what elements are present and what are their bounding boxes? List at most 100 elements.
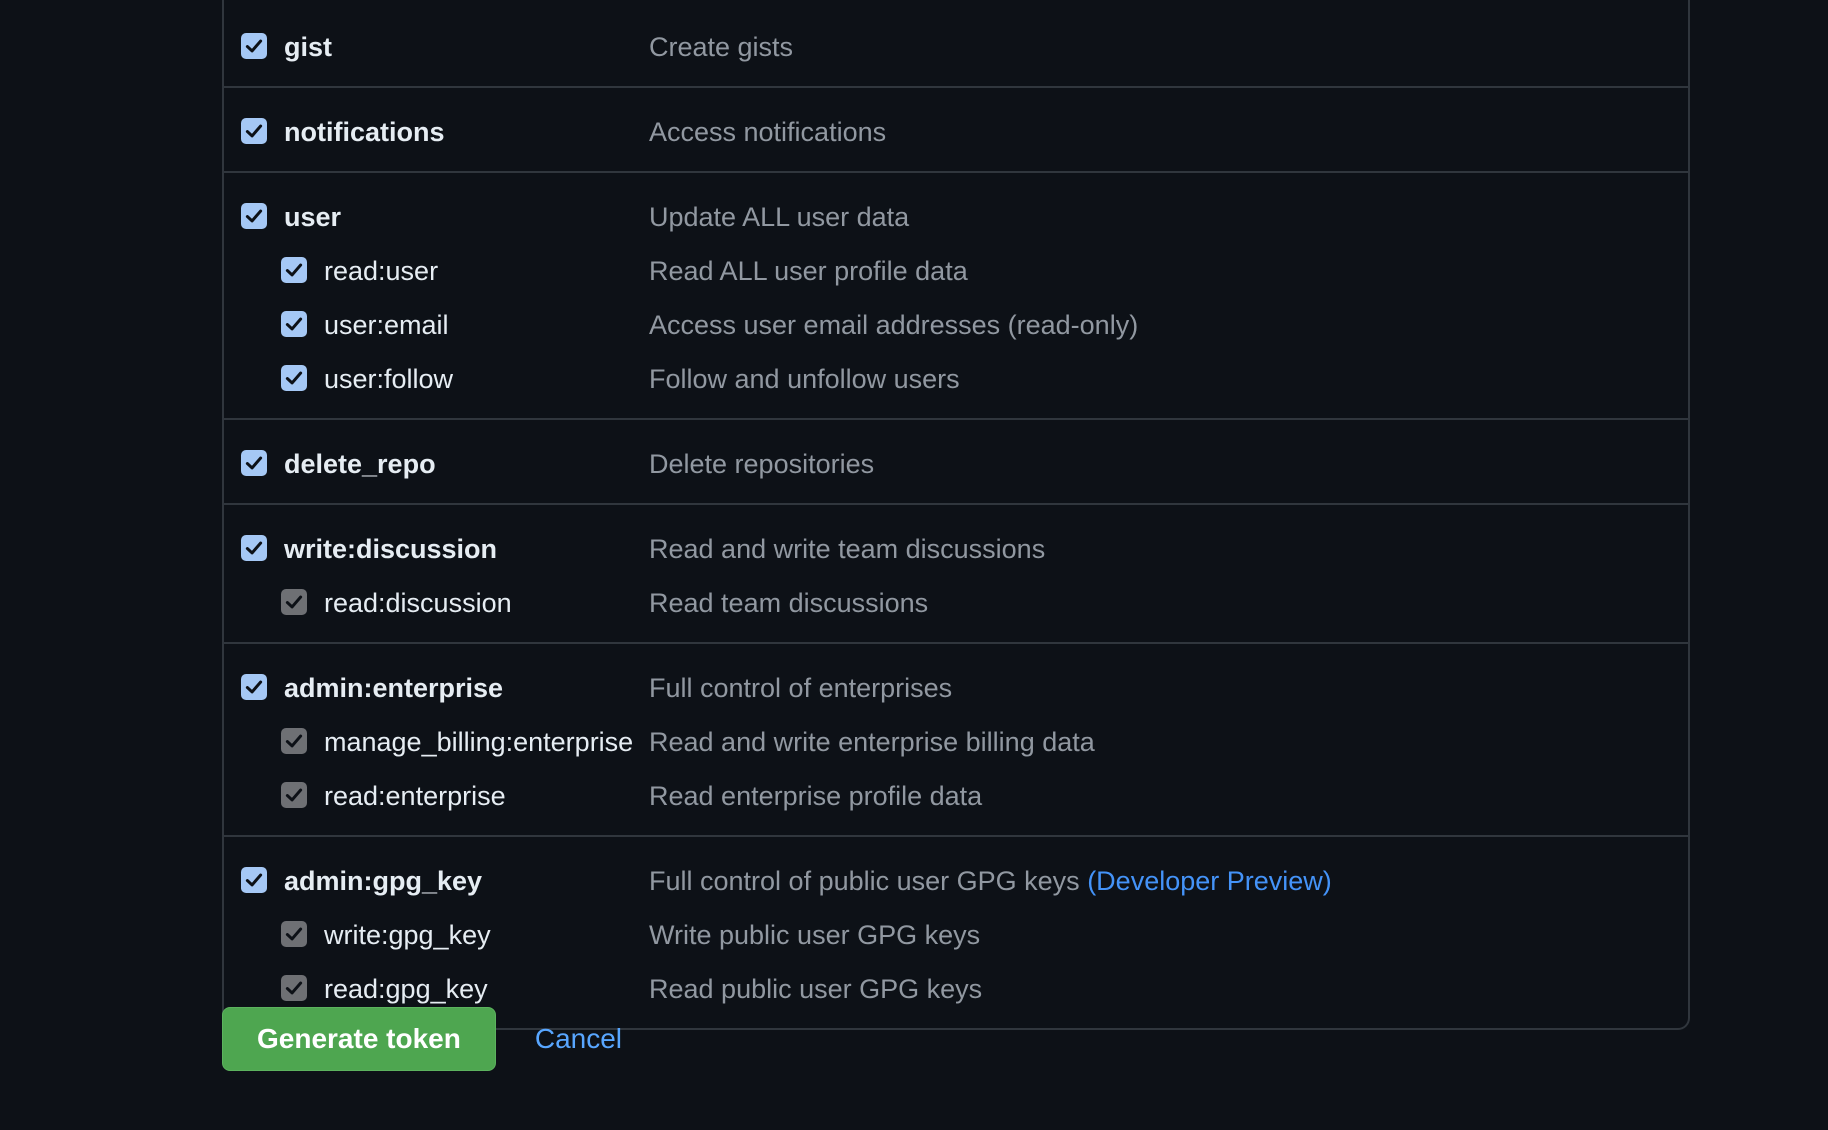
scope-row: read:discussion Read team discussions <box>224 576 1688 630</box>
scope-description-text: Read enterprise profile data <box>649 781 983 811</box>
form-actions: Generate token Cancel <box>222 1007 622 1071</box>
scope-description-text: Access user email addresses (read-only) <box>649 310 1139 340</box>
scope-row: admin:enterprise Full control of enterpri… <box>224 661 1688 715</box>
scope-description: Create gists <box>649 20 793 74</box>
scope-row: delete_repo Delete repositories <box>224 437 1688 491</box>
scope-description: Access notifications <box>649 105 886 159</box>
scope-name: read:user <box>324 256 439 286</box>
scope-row: write:gpg_key Write public user GPG keys <box>224 908 1688 962</box>
scope-description-text: Read public user GPG keys <box>649 974 983 1004</box>
scope-description: Read public user GPG keys <box>649 962 982 1016</box>
scope-name: gist <box>284 32 333 62</box>
checkmark-icon <box>245 39 263 53</box>
scope-group: write:discussion Read and write team disc… <box>224 503 1688 642</box>
checkmark-icon <box>285 788 303 802</box>
scope-description-text: Full control of public user GPG keys <box>649 866 1080 896</box>
token-scopes-page: gist Create gists notifications Access noti… <box>0 0 1828 1130</box>
scope-group: gist Create gists <box>224 0 1688 86</box>
scope-description: Update ALL user data <box>649 190 909 244</box>
scope-name: admin:gpg_key <box>284 866 483 896</box>
scope-group: user Update ALL user data read:user Read AL… <box>224 171 1688 418</box>
developer-preview-link[interactable]: (Developer Preview) <box>1087 866 1332 896</box>
scope-description-text: Full control of enterprises <box>649 673 953 703</box>
scope-name: user:email <box>324 310 449 340</box>
scope-checkbox[interactable] <box>241 118 267 144</box>
checkmark-icon <box>245 209 263 223</box>
scope-description: Read and write enterprise billing data <box>649 715 1095 769</box>
scope-checkbox[interactable] <box>281 311 307 337</box>
scope-name: user:follow <box>324 364 454 394</box>
scope-name: write:discussion <box>284 534 498 564</box>
scope-checkbox <box>281 975 307 1001</box>
scope-name: manage_billing:enterprise <box>324 727 634 757</box>
scope-description: Full control of public user GPG keys (De… <box>649 854 1332 908</box>
checkmark-icon <box>245 456 263 470</box>
cancel-link[interactable]: Cancel <box>535 1023 622 1055</box>
scope-description: Write public user GPG keys <box>649 908 980 962</box>
scope-name: admin:enterprise <box>284 673 504 703</box>
scope-group: admin:enterprise Full control of enterpri… <box>224 642 1688 835</box>
checkmark-icon <box>285 734 303 748</box>
scope-description-text: Read and write team discussions <box>649 534 1046 564</box>
scope-group: admin:gpg_key Full control of public user… <box>224 835 1688 1028</box>
scope-checkbox[interactable] <box>241 203 267 229</box>
scope-checkbox[interactable] <box>281 257 307 283</box>
scope-name: read:discussion <box>324 588 512 618</box>
scope-name: write:gpg_key <box>324 920 491 950</box>
scope-row: admin:gpg_key Full control of public user… <box>224 854 1688 908</box>
checkmark-icon <box>285 263 303 277</box>
checkmark-icon <box>245 680 263 694</box>
scope-description-text: Create gists <box>649 32 794 62</box>
scope-checkbox <box>281 921 307 947</box>
scope-description-text: Access notifications <box>649 117 887 147</box>
scope-row: gist Create gists <box>224 20 1688 74</box>
scope-description: Follow and unfollow users <box>649 352 960 406</box>
checkmark-icon <box>285 371 303 385</box>
scope-group: notifications Access notifications <box>224 86 1688 171</box>
scope-checkbox[interactable] <box>241 33 267 59</box>
scope-checkbox[interactable] <box>281 365 307 391</box>
checkmark-icon <box>285 317 303 331</box>
scope-row: read:enterprise Read enterprise profile d… <box>224 769 1688 823</box>
scope-row: manage_billing:enterprise Read and write … <box>224 715 1688 769</box>
scope-checkbox[interactable] <box>241 674 267 700</box>
scope-checkbox <box>281 728 307 754</box>
scope-name: notifications <box>284 117 445 147</box>
scope-description: Read enterprise profile data <box>649 769 982 823</box>
scope-name: delete_repo <box>284 449 436 479</box>
scope-row: user Update ALL user data <box>224 190 1688 244</box>
scope-row: user:email Access user email addresses (r… <box>224 298 1688 352</box>
scope-description-text: Write public user GPG keys <box>649 920 981 950</box>
scope-name: user <box>284 202 342 232</box>
scope-checkbox[interactable] <box>241 867 267 893</box>
scope-checkbox <box>281 782 307 808</box>
scope-description: Access user email addresses (read-only) <box>649 298 1138 352</box>
checkmark-icon <box>245 124 263 138</box>
scope-description-text: Delete repositories <box>649 449 875 479</box>
scope-checkbox <box>281 589 307 615</box>
scope-description-text: Update ALL user data <box>649 202 910 232</box>
checkmark-icon <box>285 927 303 941</box>
scope-description: Delete repositories <box>649 437 874 491</box>
scope-row: notifications Access notifications <box>224 105 1688 159</box>
checkmark-icon <box>285 595 303 609</box>
scope-checkbox[interactable] <box>241 535 267 561</box>
checkmark-icon <box>245 541 263 555</box>
scope-description: Read and write team discussions <box>649 522 1045 576</box>
scope-name: read:enterprise <box>324 781 506 811</box>
scope-description: Read ALL user profile data <box>649 244 968 298</box>
scope-group: delete_repo Delete repositories <box>224 418 1688 503</box>
scope-checkbox[interactable] <box>241 450 267 476</box>
scope-description: Full control of enterprises <box>649 661 952 715</box>
scope-description: Read team discussions <box>649 576 928 630</box>
checkmark-icon <box>285 981 303 995</box>
generate-token-button[interactable]: Generate token <box>222 1007 496 1071</box>
scope-row: read:user Read ALL user profile data <box>224 244 1688 298</box>
checkmark-icon <box>245 873 263 887</box>
scope-description-text: Read and write enterprise billing data <box>649 727 1095 757</box>
scope-row: write:discussion Read and write team disc… <box>224 522 1688 576</box>
scope-row: user:follow Follow and unfollow users <box>224 352 1688 406</box>
scope-description-text: Read team discussions <box>649 588 929 618</box>
scopes-list: gist Create gists notifications Access noti… <box>222 0 1690 1030</box>
scope-description-text: Read ALL user profile data <box>649 256 968 286</box>
